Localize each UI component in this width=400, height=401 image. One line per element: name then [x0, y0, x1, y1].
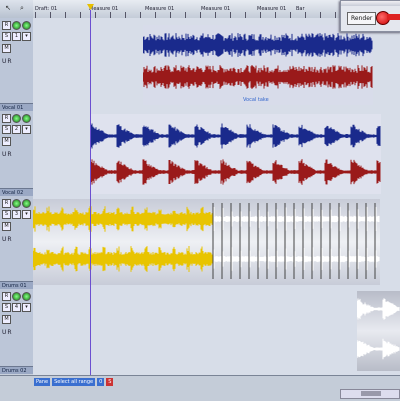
waveform-4: [357, 298, 400, 360]
waveform-channel: [143, 33, 373, 57]
record-icon[interactable]: R: [2, 292, 11, 301]
ruler-label: Draft: 01: [35, 6, 58, 12]
mute-icon[interactable]: [12, 292, 21, 301]
record-icon[interactable]: R: [2, 21, 11, 30]
waveform-channel: [33, 246, 213, 272]
input-select[interactable]: M: [2, 315, 11, 324]
track-header-2: R S 2 ▾ M U R: [0, 111, 34, 196]
flag-box: S: [106, 377, 114, 386]
u-label: U: [2, 58, 7, 65]
audio-region-2[interactable]: [91, 114, 381, 194]
track-number: 1: [12, 32, 21, 41]
waveform-channel: [91, 159, 381, 185]
waveform-3: [33, 203, 380, 279]
ruler-label: Measure 01: [257, 6, 287, 12]
track-lane-1[interactable]: Vocal take: [33, 18, 400, 112]
render-panel-titlebar[interactable]: [341, 1, 400, 6]
track-name-3[interactable]: Drums 01: [0, 281, 33, 289]
track-dropdown[interactable]: ▾: [22, 125, 31, 134]
cursor-icon[interactable]: ↖: [4, 4, 12, 12]
r-label: R: [7, 236, 12, 243]
status-message: Select all range: [52, 377, 96, 386]
track-name-4[interactable]: Drums 02: [0, 366, 33, 374]
track-lane-2[interactable]: [33, 111, 400, 197]
track-name-2[interactable]: Vocal 02: [0, 188, 33, 196]
r-label: R: [7, 329, 12, 336]
counter-box: 0: [97, 377, 105, 386]
mute-icon[interactable]: [12, 114, 21, 123]
horizontal-scrollbar[interactable]: [340, 389, 400, 399]
u-label: U: [2, 236, 7, 243]
audio-region-4[interactable]: [357, 291, 400, 371]
input-select[interactable]: M: [2, 222, 11, 231]
track-dropdown[interactable]: ▾: [22, 210, 31, 219]
scrollbar-thumb[interactable]: [361, 391, 381, 396]
audio-region-3[interactable]: [33, 199, 380, 285]
waveform-channel: [357, 298, 400, 320]
playhead-line[interactable]: [90, 10, 91, 375]
solo-icon[interactable]: [22, 21, 31, 30]
track-lane-4[interactable]: [33, 289, 400, 376]
track-dropdown[interactable]: ▾: [22, 303, 31, 312]
mute-icon[interactable]: [12, 21, 21, 30]
waveform-channel: [33, 206, 213, 232]
waveform-channel: [143, 65, 373, 89]
solo-icon[interactable]: [22, 292, 31, 301]
waveform-channel: [357, 338, 400, 360]
ruler-label: Bar: [296, 6, 305, 12]
record-meter: [387, 14, 400, 20]
render-button[interactable]: Render: [347, 12, 377, 25]
waveform-2: [91, 123, 381, 185]
render-panel: Render: [340, 0, 400, 32]
track-header-4: R S 4 ▾ M U R: [0, 289, 34, 367]
r-label: R: [7, 58, 12, 65]
waveform-channel: [91, 123, 381, 149]
solo-icon[interactable]: [22, 114, 31, 123]
track-number: 4: [12, 303, 21, 312]
track-header-3: R S 3 ▾ M U R: [0, 196, 34, 281]
waveform-channel: [212, 206, 380, 232]
track-header-1: R S 1 ▾ M U R: [0, 18, 34, 103]
r-label: R: [7, 151, 12, 158]
arm-button[interactable]: S: [2, 125, 11, 134]
mute-icon[interactable]: [12, 199, 21, 208]
track-number: 3: [12, 210, 21, 219]
region-name-1: Vocal take: [243, 97, 269, 103]
record-icon[interactable]: R: [2, 114, 11, 123]
arm-button[interactable]: S: [2, 303, 11, 312]
record-icon[interactable]: R: [2, 199, 11, 208]
arm-button[interactable]: S: [2, 210, 11, 219]
arm-button[interactable]: S: [2, 32, 11, 41]
u-label: U: [2, 329, 7, 336]
status-bar: Pane Select all range 0 S: [0, 375, 400, 401]
mode-indicator[interactable]: Pane: [34, 377, 51, 386]
ruler-label: Measure 01: [89, 6, 119, 12]
input-select[interactable]: M: [2, 137, 11, 146]
solo-icon[interactable]: [22, 199, 31, 208]
waveform-channel: [212, 247, 380, 271]
track-number: 2: [12, 125, 21, 134]
track-dropdown[interactable]: ▾: [22, 32, 31, 41]
u-label: U: [2, 151, 7, 158]
waveform-1: [143, 33, 373, 89]
zoom-icon[interactable]: ⌕: [18, 4, 26, 12]
track-name-1[interactable]: Vocal 01: [0, 103, 33, 111]
input-select[interactable]: M: [2, 44, 11, 53]
ruler-corner: ↖ ⌕: [0, 0, 34, 19]
audio-region-1[interactable]: Vocal take: [143, 25, 373, 105]
track-lane-3[interactable]: [33, 196, 400, 290]
